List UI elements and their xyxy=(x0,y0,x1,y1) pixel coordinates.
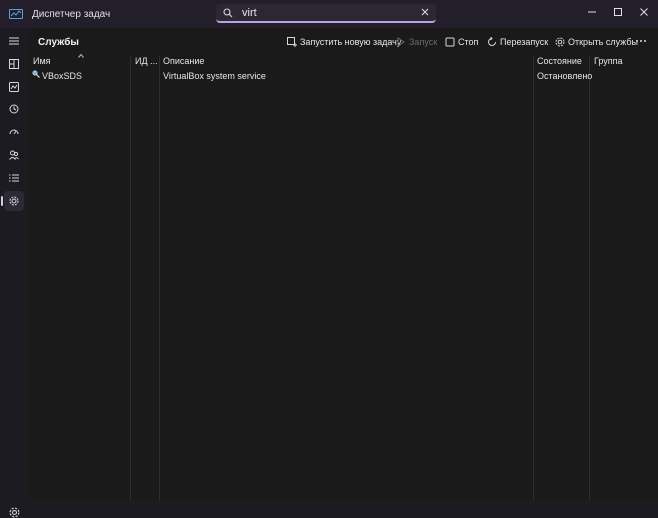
column-header-status[interactable]: Состояние xyxy=(537,56,582,70)
column-header-description[interactable]: Описание xyxy=(163,56,204,70)
minimize-button[interactable] xyxy=(582,4,602,20)
list-icon xyxy=(9,174,19,182)
toolbar: Службы Запустить новую задачу Запуск Сто… xyxy=(28,28,658,56)
history-icon xyxy=(9,104,19,114)
hamburger-icon xyxy=(9,37,19,45)
column-header-group[interactable]: Группа xyxy=(594,56,623,70)
maximize-icon xyxy=(614,8,622,16)
column-header-name[interactable]: Имя xyxy=(33,56,51,70)
active-indicator xyxy=(1,196,3,206)
window-title: Диспетчер задач xyxy=(32,9,111,20)
search-input[interactable]: virt xyxy=(242,7,257,19)
services-table: Имя VBoxSDS ИД ... Описание VirtualBox s… xyxy=(28,54,658,500)
services-gear-icon xyxy=(555,37,565,47)
column-pid: ИД ... xyxy=(131,56,160,500)
sort-ascending-icon xyxy=(78,54,84,58)
sidebar-menu-button[interactable] xyxy=(4,31,24,51)
table-row-name[interactable]: VBoxSDS xyxy=(42,71,82,81)
services-gear-icon xyxy=(9,196,19,206)
close-icon xyxy=(640,8,648,16)
settings-gear-icon[interactable] xyxy=(9,507,20,518)
users-icon xyxy=(9,150,19,160)
page-title: Службы xyxy=(38,37,79,48)
search-icon xyxy=(223,8,233,18)
sidebar xyxy=(0,28,28,518)
sidebar-item-users[interactable] xyxy=(4,145,24,165)
column-header-pid[interactable]: ИД ... xyxy=(135,56,158,70)
column-description: Описание VirtualBox system service xyxy=(160,56,534,500)
performance-icon xyxy=(9,82,19,92)
processes-icon xyxy=(9,59,19,69)
more-options-icon[interactable] xyxy=(635,39,647,43)
maximize-button[interactable] xyxy=(608,4,628,20)
restart-icon xyxy=(488,37,496,46)
clear-search-icon[interactable] xyxy=(420,7,430,17)
sidebar-item-services[interactable] xyxy=(1,191,24,211)
table-row-status: Остановлено xyxy=(537,71,593,81)
table-row-description: VirtualBox system service xyxy=(163,71,266,81)
start-label: Запуск xyxy=(409,37,438,47)
sidebar-item-processes[interactable] xyxy=(4,54,24,74)
open-services-label: Открыть службы xyxy=(568,37,638,47)
close-button[interactable] xyxy=(634,4,654,20)
sidebar-item-app-history[interactable] xyxy=(4,99,24,119)
run-new-task-label: Запустить новую задачу xyxy=(300,37,402,47)
main-panel: Службы Запустить новую задачу Запуск Сто… xyxy=(28,28,658,500)
column-name: Имя VBoxSDS xyxy=(28,54,131,500)
search-box[interactable]: virt xyxy=(216,4,436,23)
column-group: Группа xyxy=(590,56,658,500)
restart-label: Перезапуск xyxy=(500,37,549,47)
service-icon xyxy=(32,70,40,78)
minimize-icon xyxy=(588,11,596,13)
stop-icon xyxy=(445,37,455,47)
sidebar-item-startup-apps[interactable] xyxy=(4,122,24,142)
stop-label: Стоп xyxy=(458,37,479,47)
speedometer-icon xyxy=(9,129,19,135)
title-bar: Диспетчер задач virt xyxy=(0,0,658,28)
sidebar-item-performance[interactable] xyxy=(4,77,24,97)
sidebar-item-details[interactable] xyxy=(4,168,24,188)
column-status: Состояние Остановлено xyxy=(534,56,593,500)
new-task-icon xyxy=(287,37,297,47)
task-manager-icon xyxy=(9,9,23,19)
play-icon xyxy=(397,37,405,47)
